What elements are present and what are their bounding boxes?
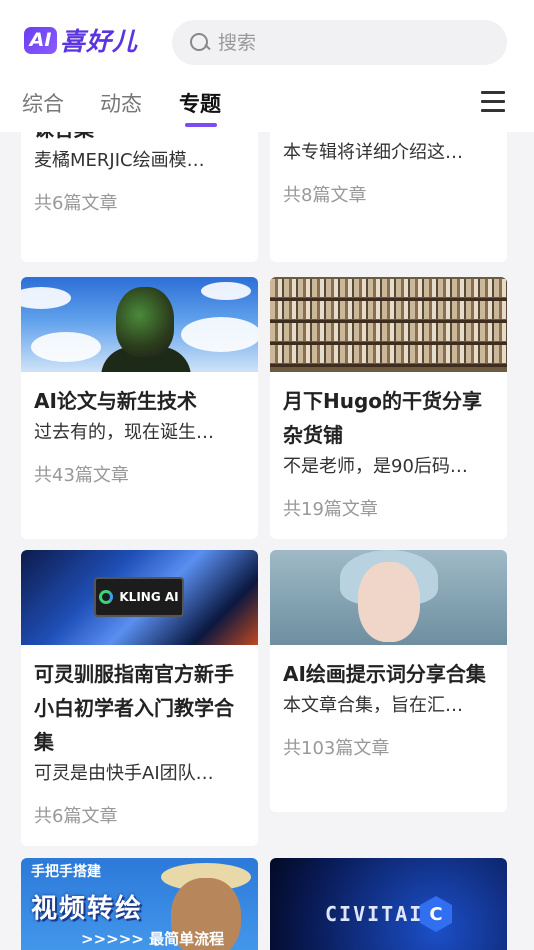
card-cover-image [21,277,258,372]
card-cover-image: 手把手搭建 视频转绘 >>>>> 最简单流程 [21,858,258,950]
card-description: 不是老师，是90后码… [283,456,468,477]
card-description: 过去有的，现在诞生… [34,422,214,443]
topic-card[interactable]: AI论文与新生技术 过去有的，现在诞生… 共43篇文章 [21,277,258,539]
card-cover-image [270,277,507,372]
card-description: 可灵是由快手AI团队… [34,763,214,784]
logo-badge: AI [24,26,57,54]
topic-grid: 课合集 麦橘MERJIC绘画模… 共6篇文章 本专辑将详细介绍这… 共8篇文章 … [0,132,534,950]
logo-text: 喜好儿 [60,27,139,56]
app-logo[interactable]: AI 喜好儿 [24,26,138,56]
topic-card[interactable]: 课合集 麦橘MERJIC绘画模… 共6篇文章 [21,132,258,262]
card-article-count: 共103篇文章 [283,738,390,759]
tab-bar: 综合 动态 专题 [0,86,534,132]
tab-topics[interactable]: 专题 [179,88,221,118]
card-description: 麦橘MERJIC绘画模… [34,150,205,171]
search-icon [190,32,210,53]
card-article-count: 共8篇文章 [283,185,367,206]
card-title: 课合集 [34,132,245,146]
menu-icon[interactable] [481,91,505,113]
tab-general[interactable]: 综合 [22,88,64,118]
tab-dynamic[interactable]: 动态 [100,88,142,118]
card-title: AI绘画提示词分享合集 [283,662,486,686]
card-article-count: 共6篇文章 [34,806,118,827]
search-input[interactable] [218,31,468,54]
topic-card[interactable]: 本专辑将详细介绍这… 共8篇文章 [270,132,507,262]
card-article-count: 共6篇文章 [34,193,118,214]
topic-card[interactable]: CIVITAI C [270,858,507,950]
topic-card[interactable]: 手把手搭建 视频转绘 >>>>> 最简单流程 [21,858,258,950]
app-header: AI 喜好儿 综合 动态 专题 [0,0,534,132]
card-title: 月下Hugo的干货分享杂货铺 [283,389,483,447]
kling-logo: KLING AI [94,577,184,617]
card-title: AI论文与新生技术 [34,389,197,413]
card-cover-image [270,550,507,645]
card-article-count: 共19篇文章 [283,499,378,520]
active-tab-indicator [185,123,217,127]
card-description: 本专辑将详细介绍这… [283,142,463,163]
search-bar[interactable] [172,20,507,65]
topic-card[interactable]: 月下Hugo的干货分享杂货铺 不是老师，是90后码… 共19篇文章 [270,277,507,539]
card-title: 可灵驯服指南官方新手小白初学者入门教学合集 [34,662,234,754]
card-cover-image: CIVITAI C [270,858,507,950]
card-cover-image: KLING AI [21,550,258,645]
topic-card[interactable]: KLING AI 可灵驯服指南官方新手小白初学者入门教学合集 可灵是由快手AI团… [21,550,258,846]
card-description: 本文章合集，旨在汇… [283,695,463,716]
card-article-count: 共43篇文章 [34,465,129,486]
topic-card[interactable]: AI绘画提示词分享合集 本文章合集，旨在汇… 共103篇文章 [270,550,507,812]
